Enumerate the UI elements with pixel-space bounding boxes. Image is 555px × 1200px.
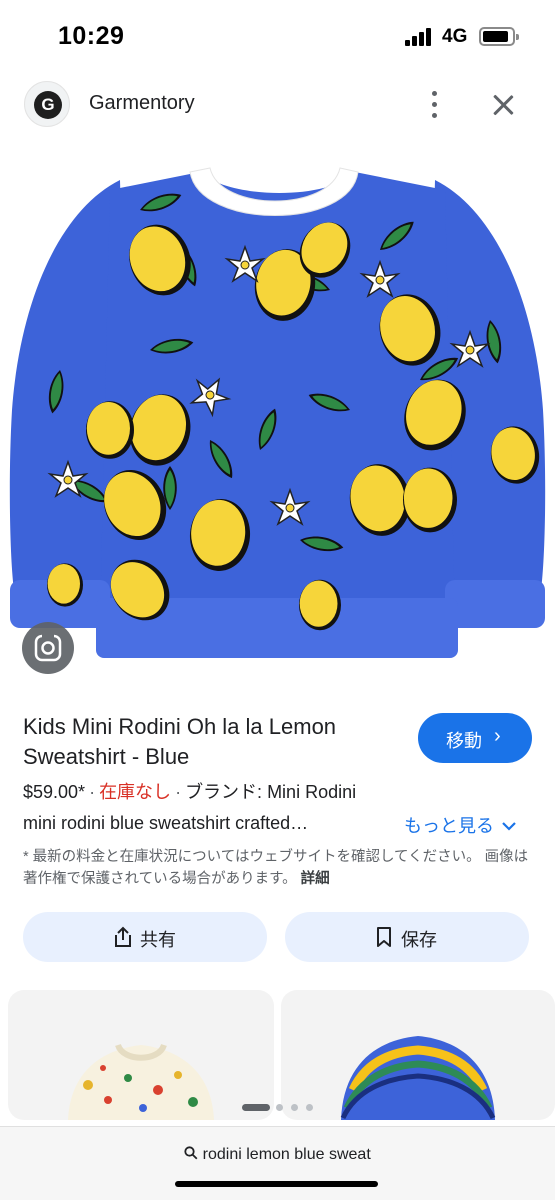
- pager-dot: [291, 1104, 298, 1111]
- disclaimer: * 最新の料金と在庫状況についてはウェブサイトを確認してください。 画像は著作権…: [23, 846, 533, 890]
- close-icon[interactable]: [487, 89, 519, 121]
- home-indicator[interactable]: [175, 1181, 378, 1187]
- detail-link[interactable]: 詳細: [301, 871, 330, 887]
- save-label: 保存: [401, 930, 437, 950]
- sweatshirt-illustration: [9, 167, 546, 658]
- share-button[interactable]: 共有: [23, 912, 267, 962]
- product-description: mini rodini blue sweatshirt crafted…: [23, 813, 309, 833]
- more-link[interactable]: もっと見る: [404, 812, 517, 838]
- related-product-image: [68, 1043, 214, 1120]
- site-logo[interactable]: G: [24, 81, 70, 127]
- pager-dot: [306, 1104, 313, 1111]
- share-icon: [115, 926, 131, 947]
- network-label: 4G: [442, 26, 468, 47]
- search-query[interactable]: rodini lemon blue sweat: [0, 1146, 555, 1164]
- separator: ·: [89, 782, 96, 802]
- product-title[interactable]: Kids Mini Rodini Oh la la Lemon Sweatshi…: [23, 712, 408, 772]
- signal-icon: [405, 28, 435, 46]
- separator: ·: [175, 782, 182, 802]
- chevron-right-icon: ›: [494, 725, 501, 747]
- search-icon: [184, 1146, 198, 1160]
- related-product-card[interactable]: [8, 990, 274, 1120]
- battery-icon: [479, 27, 519, 46]
- visit-button[interactable]: 移動 ›: [418, 713, 532, 763]
- stock-status: 在庫なし: [99, 782, 172, 802]
- lens-icon[interactable]: [22, 622, 74, 674]
- logo-letter: G: [34, 91, 62, 119]
- product-meta: $59.00* · 在庫なし · ブランド: Mini Rodini: [23, 778, 356, 804]
- related-product-card[interactable]: [281, 990, 555, 1120]
- search-query-text: rodini lemon blue sweat: [202, 1146, 371, 1163]
- chevron-down-icon: [502, 822, 516, 831]
- share-label: 共有: [140, 930, 176, 950]
- more-link-label: もっと見る: [404, 816, 494, 836]
- save-button[interactable]: 保存: [285, 912, 529, 962]
- site-name[interactable]: Garmentory: [89, 92, 195, 115]
- disclaimer-text: * 最新の料金と在庫状況についてはウェブサイトを確認してください。 画像は著作権…: [23, 849, 529, 887]
- product-brand: ブランド: Mini Rodini: [185, 782, 357, 802]
- visit-button-label: 移動: [446, 731, 482, 751]
- bookmark-icon: [377, 927, 391, 947]
- status-time: 10:29: [58, 22, 125, 50]
- status-bar: 10:29 4G: [0, 0, 555, 70]
- lens-glyph: [34, 633, 62, 662]
- pager-dot: [276, 1104, 283, 1111]
- pager-dot-active: [242, 1104, 270, 1111]
- pager-indicator: [242, 1104, 317, 1112]
- more-vert-icon[interactable]: [420, 88, 450, 122]
- related-product-image: [340, 1036, 496, 1120]
- product-image[interactable]: [0, 150, 555, 680]
- site-header: G Garmentory: [0, 70, 555, 140]
- product-price: $59.00*: [23, 782, 86, 802]
